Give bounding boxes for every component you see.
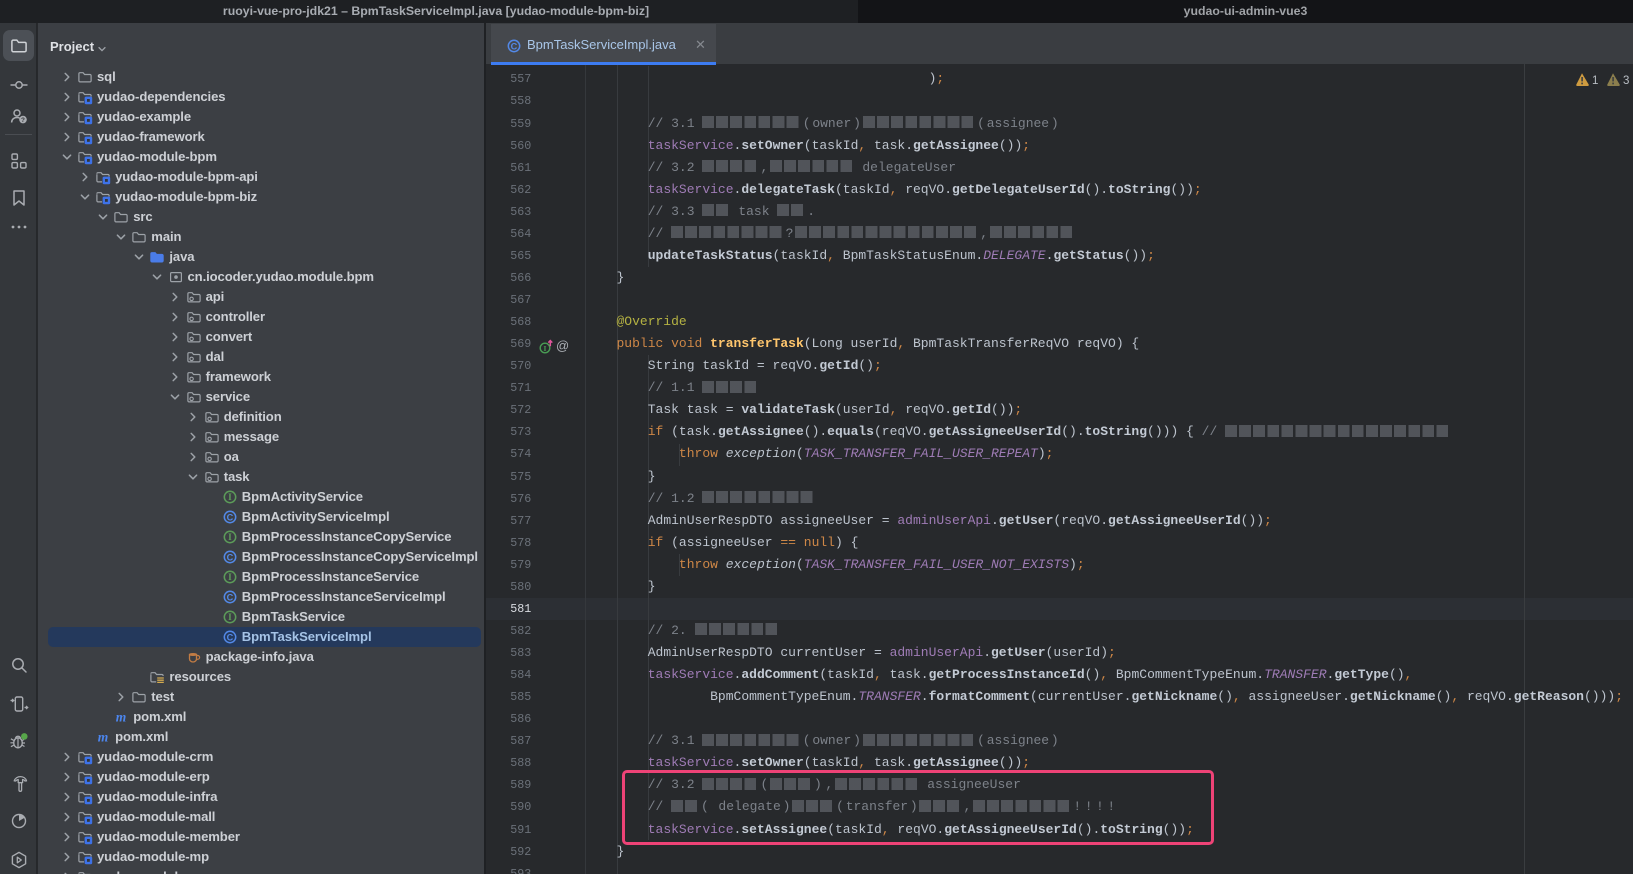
svg-text:C: C [226,592,233,602]
svg-text:I: I [228,533,232,543]
svg-text:C: C [226,632,233,642]
svg-text:1: 1 [1592,75,1598,87]
svg-text:C: C [511,41,518,51]
svg-text:I: I [544,344,547,353]
svg-text:?: ? [21,117,25,124]
svg-text:C: C [226,552,233,562]
svg-text:m: m [116,709,127,724]
svg-text:I: I [228,573,232,583]
svg-text:I: I [228,493,232,503]
svg-text:I: I [228,613,232,623]
svg-text:m: m [98,729,109,744]
svg-text:3: 3 [1623,75,1629,87]
svg-text:C: C [226,512,233,522]
